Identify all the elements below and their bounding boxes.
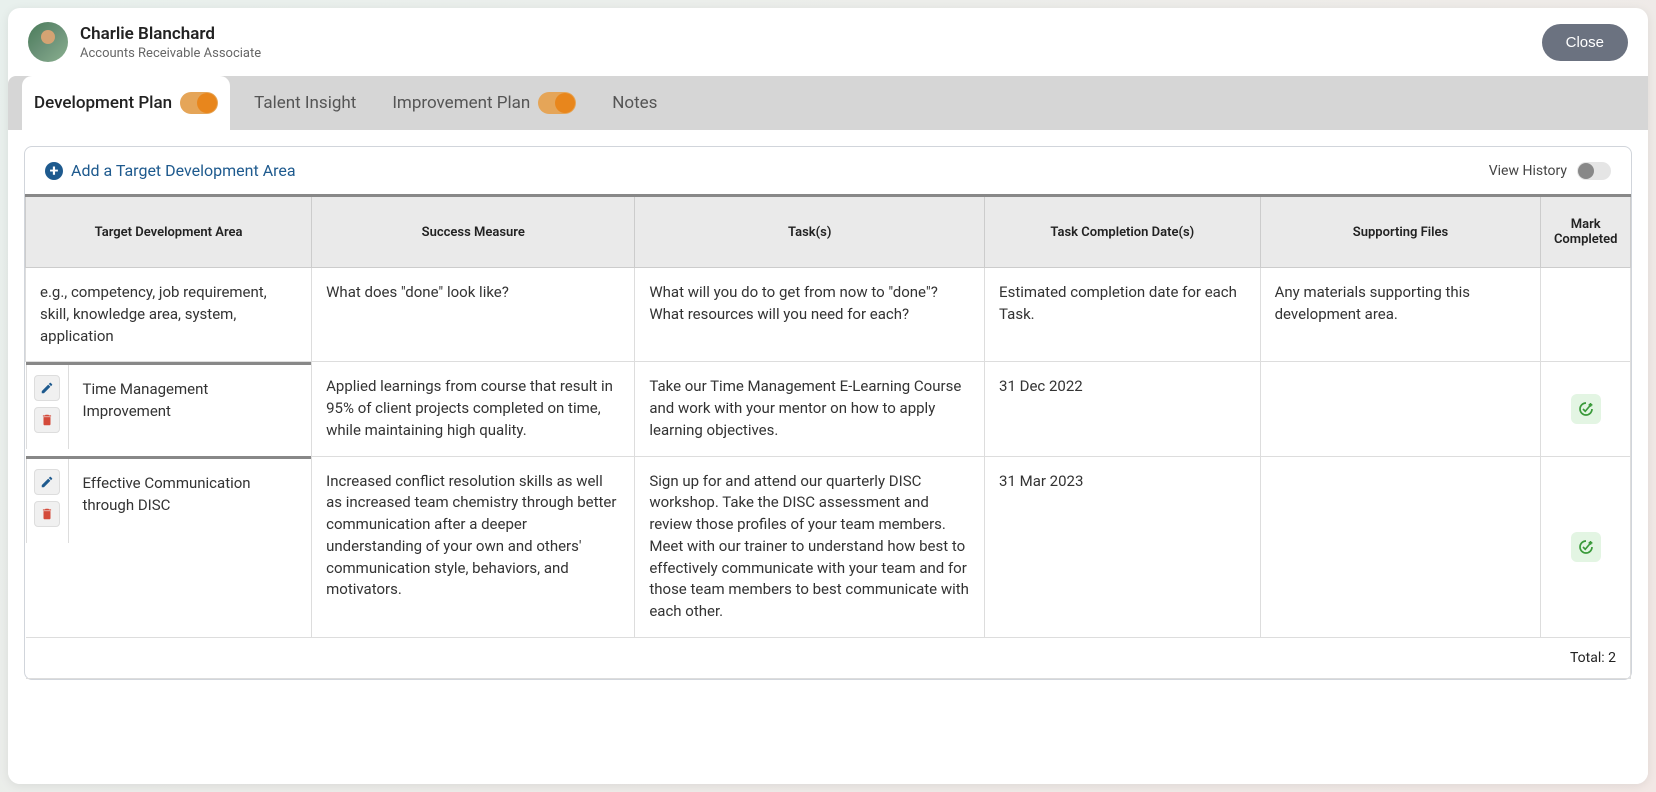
table-row: Effective Communication through DISC Inc… — [26, 456, 1631, 637]
hint-dates: Estimated completion date for each Task. — [985, 268, 1261, 362]
cell-area: Time Management Improvement — [68, 364, 311, 450]
modal-header: Charlie Blanchard Accounts Receivable As… — [8, 8, 1648, 76]
cell-dates: 31 Dec 2022 — [985, 362, 1261, 456]
tab-label: Improvement Plan — [392, 93, 530, 113]
trash-icon — [40, 413, 54, 427]
mark-completed-button[interactable] — [1571, 394, 1601, 424]
view-history: View History — [1489, 162, 1611, 180]
toggle-view-history[interactable] — [1577, 162, 1611, 180]
toggle-development-plan[interactable] — [180, 92, 218, 114]
tab-label: Notes — [612, 93, 657, 113]
header-tasks: Task(s) — [635, 196, 985, 268]
cell-files — [1260, 456, 1541, 637]
development-panel: + Add a Target Development Area View His… — [24, 146, 1632, 680]
history-label: View History — [1489, 163, 1567, 179]
tab-development-plan[interactable]: Development Plan — [22, 76, 230, 130]
cell-files — [1260, 362, 1541, 456]
header-success: Success Measure — [312, 196, 635, 268]
user-info: Charlie Blanchard Accounts Receivable As… — [28, 22, 261, 62]
cell-success: Increased conflict resolution skills as … — [312, 456, 635, 637]
hint-mark — [1541, 268, 1631, 362]
tab-notes[interactable]: Notes — [600, 77, 669, 129]
cell-dates: 31 Mar 2023 — [985, 456, 1261, 637]
tab-label: Talent Insight — [254, 93, 356, 113]
delete-button[interactable] — [34, 407, 60, 433]
table-row: Time Management Improvement Applied lear… — [26, 362, 1631, 456]
header-dates: Task Completion Date(s) — [985, 196, 1261, 268]
user-name: Charlie Blanchard — [80, 24, 261, 44]
hint-success: What does "done" look like? — [312, 268, 635, 362]
pencil-icon — [40, 475, 54, 489]
check-plus-icon — [1577, 400, 1595, 418]
hint-area: e.g., competency, job requirement, skill… — [26, 268, 312, 362]
header-area: Target Development Area — [26, 196, 312, 268]
tab-improvement-plan[interactable]: Improvement Plan — [380, 76, 588, 130]
development-plan-modal: Charlie Blanchard Accounts Receivable As… — [8, 8, 1648, 784]
avatar — [28, 22, 68, 62]
hint-files: Any materials supporting this developmen… — [1260, 268, 1541, 362]
development-table: Target Development Area Success Measure … — [25, 194, 1631, 679]
total-label: Total: 2 — [26, 637, 1631, 678]
close-button[interactable]: Close — [1542, 24, 1628, 61]
mark-completed-button[interactable] — [1571, 532, 1601, 562]
pencil-icon — [40, 381, 54, 395]
tab-label: Development Plan — [34, 93, 172, 113]
tabs: Development Plan Talent Insight Improvem… — [8, 76, 1648, 130]
table-footer: Total: 2 — [26, 637, 1631, 678]
plus-icon: + — [45, 162, 63, 180]
tab-talent-insight[interactable]: Talent Insight — [242, 77, 368, 129]
cell-tasks: Take our Time Management E-Learning Cour… — [635, 362, 985, 456]
cell-success: Applied learnings from course that resul… — [312, 362, 635, 456]
cell-area: Effective Communication through DISC — [68, 458, 311, 544]
header-mark: Mark Completed — [1541, 196, 1631, 268]
user-role: Accounts Receivable Associate — [80, 46, 261, 61]
panel-header: + Add a Target Development Area View His… — [25, 147, 1631, 194]
add-development-area-link[interactable]: + Add a Target Development Area — [45, 161, 296, 180]
add-link-label: Add a Target Development Area — [71, 161, 296, 180]
trash-icon — [40, 507, 54, 521]
hint-row: e.g., competency, job requirement, skill… — [26, 268, 1631, 362]
content-area: + Add a Target Development Area View His… — [8, 130, 1648, 784]
check-plus-icon — [1577, 538, 1595, 556]
hint-tasks: What will you do to get from now to "don… — [635, 268, 985, 362]
delete-button[interactable] — [34, 501, 60, 527]
toggle-improvement-plan[interactable] — [538, 92, 576, 114]
edit-button[interactable] — [34, 469, 60, 495]
cell-tasks: Sign up for and attend our quarterly DIS… — [635, 456, 985, 637]
edit-button[interactable] — [34, 375, 60, 401]
header-files: Supporting Files — [1260, 196, 1541, 268]
